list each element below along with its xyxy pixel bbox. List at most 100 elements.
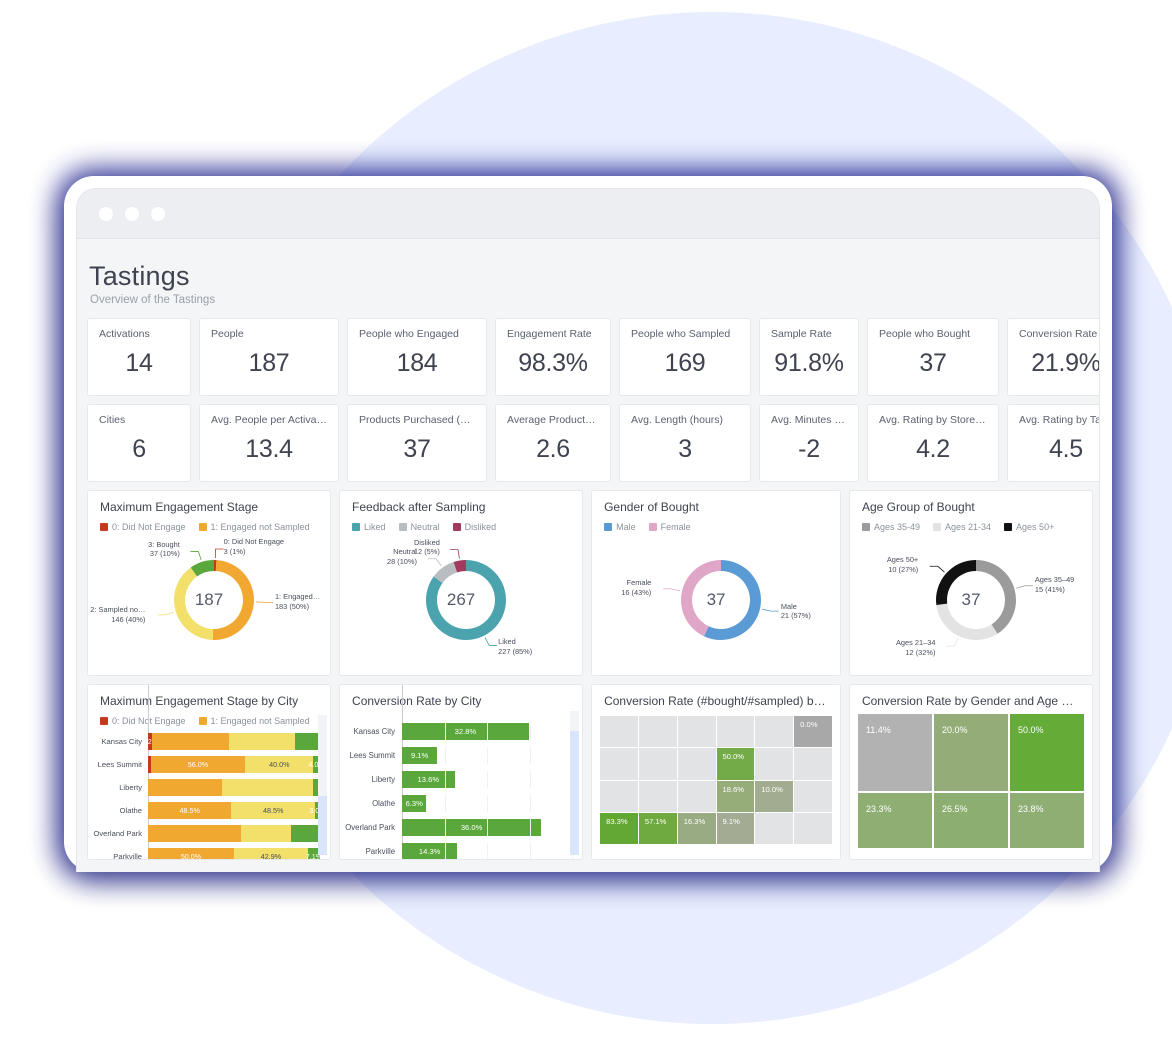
bar-segment-2-sampled-not-bought[interactable]: 48.5% (231, 801, 315, 819)
bar-segment-1-engaged-not-sampled[interactable] (151, 732, 230, 750)
treemap-tile[interactable]: 50.0% (1009, 714, 1084, 791)
kpi-card-people-who-sampled[interactable]: People who Sampled 169 (619, 318, 751, 396)
bar-row[interactable]: Kansas City 2.2% (92, 732, 321, 750)
kpi-card-sample-rate[interactable]: Sample Rate 91.8% (759, 318, 859, 396)
close-dot-icon[interactable] (99, 206, 113, 221)
donut-chart-gender-of-bought[interactable]: 37 Male 21 (57%) Female 16 (43%) (592, 532, 840, 664)
minimize-dot-icon[interactable] (125, 206, 139, 221)
bar-row[interactable]: Overland Park 36.0% (344, 818, 574, 837)
kpi-card-avg-people-per-activation[interactable]: Avg. People per Activation 13.4 (199, 404, 339, 482)
scrollbar-thumb[interactable] (570, 731, 580, 855)
kpi-card-average-products[interactable]: Average Products … 2.6 (495, 404, 611, 482)
donut-chart-maximum-engagement-stage[interactable]: 187 0: Did Not Engage 3 (1%) 1: Engaged… 183… (88, 532, 330, 664)
heatmap-cell[interactable] (600, 716, 638, 748)
kpi-card-products-purchased-re[interactable]: Products Purchased (Re… 37 (347, 404, 487, 482)
heatmap-cell[interactable]: 50.0% (716, 748, 755, 780)
bar-row[interactable]: Olathe48.5%48.5%3.0% (92, 801, 326, 819)
heatmap-cell[interactable]: 9.1% (716, 812, 755, 844)
heatmap-cell[interactable] (677, 716, 716, 748)
heatmap-cell[interactable]: 16.3% (677, 812, 716, 844)
heatmap-cell[interactable] (600, 748, 638, 780)
kpi-card-people-who-engaged[interactable]: People who Engaged 184 (347, 318, 487, 396)
heatmap-cell[interactable] (677, 780, 716, 812)
kpi-card-people[interactable]: People 187 (199, 318, 339, 396)
maximize-dot-icon[interactable] (151, 206, 165, 221)
legend-item-female[interactable]: Female (648, 522, 691, 532)
bar-segment-3-bought[interactable] (290, 824, 321, 842)
treemap-tile[interactable]: 20.0% (933, 714, 1008, 791)
heatmap-cell[interactable] (794, 780, 832, 812)
bar-segment-2-sampled-not-bought[interactable] (229, 732, 295, 750)
bar-segment-1-engaged-not-sampled[interactable]: 48.5% (148, 801, 232, 819)
bar-segment-1-engaged-not-sampled[interactable]: 50.0% (148, 847, 235, 859)
heatmap-cell[interactable]: 57.1% (638, 812, 677, 844)
donut-chart-feedback-after-sampling[interactable]: 267 Liked 227 (85%) Neutral 28 (10%) Disliked… (340, 532, 582, 664)
heatmap-cell[interactable] (794, 812, 832, 844)
legend-item-1-engaged-not-sampled[interactable]: 1: Engaged not Sampled (198, 522, 310, 532)
heatmap-cell[interactable] (677, 748, 716, 780)
kpi-card-avg-rating-by-tal[interactable]: Avg. Rating by Tal… 4.5 (1007, 404, 1099, 482)
kpi-card-avg-rating-by-store-ma[interactable]: Avg. Rating by Store Ma… 4.2 (867, 404, 999, 482)
bar-row[interactable]: Liberty 13.6% (344, 770, 574, 789)
heatmap-cell[interactable]: 83.3% (600, 812, 638, 844)
kpi-card-cities[interactable]: Cities 6 (87, 404, 191, 482)
treemap-tile[interactable]: 23.8% (1009, 792, 1084, 848)
bar-fill[interactable]: 6.3% (402, 795, 427, 812)
legend-item-0-did-not-engage[interactable]: 0: Did Not Engage (100, 522, 186, 532)
heatmap-cell[interactable] (600, 780, 638, 812)
bar-segment-2-sampled-not-bought[interactable]: 40.0% (245, 755, 314, 773)
legend-item-ages-35-49[interactable]: Ages 35-49 (861, 522, 920, 532)
kpi-card-engagement-rate[interactable]: Engagement Rate 98.3% (495, 318, 611, 396)
heatmap-cell[interactable] (755, 748, 794, 780)
kpi-card-activations[interactable]: Activations 14 (87, 318, 191, 396)
vertical-scrollbar[interactable] (318, 715, 328, 855)
heatmap-cell[interactable] (716, 716, 755, 748)
legend-item-0-did-not-engage[interactable]: 0: Did Not Engage (100, 716, 186, 726)
heatmap-cell[interactable] (755, 716, 794, 748)
legend-item-1-engaged-not-sampled[interactable]: 1: Engaged not Sampled (198, 716, 310, 726)
legend-item-ages-21-34[interactable]: Ages 21-34 (933, 522, 991, 532)
bar-row[interactable]: Parkville 50.0% 42.9% 7.1% (92, 847, 322, 859)
heatmap-cell[interactable] (638, 780, 677, 812)
legend-item-ages-50[interactable]: Ages 50+ (1004, 522, 1054, 532)
treemap-tile[interactable]: 11.4% (857, 714, 932, 791)
bar-row[interactable]: Lees Summit 56.0% 40.0% 4.0% (92, 755, 325, 773)
bar-segment-2-sampled-not-bought[interactable] (221, 778, 314, 796)
donut-chart-age-group-of-bought[interactable]: 37 Ages 35–49 15 (41%) Ages 21–34 12 (32%) Ag… (850, 532, 1092, 664)
kpi-card-avg-minutes-late[interactable]: Avg. Minutes Late -2 (759, 404, 859, 482)
legend-item-male[interactable]: Male (604, 522, 636, 532)
heatmap-cell[interactable] (638, 716, 677, 748)
treemap-grid[interactable]: 11.4% 20.0% 50.0% 23.3% 26.5% 23.8% (850, 714, 1092, 848)
bar-segment-1-engaged-not-sampled[interactable]: 56.0% (150, 755, 246, 773)
bar-row[interactable]: Parkville 14.3% (344, 842, 574, 859)
heatmap-cell[interactable] (755, 812, 794, 844)
bar-row[interactable]: Lees Summit 9.1% (344, 746, 574, 765)
legend-item-neutral[interactable]: Neutral (398, 522, 440, 532)
bar-segment-2-sampled-not-bought[interactable]: 42.9% (234, 847, 308, 859)
kpi-card-conversion-rate[interactable]: Conversion Rate 21.9% (1007, 318, 1099, 396)
heatmap-cell[interactable]: 0.0% (794, 716, 832, 748)
bar-fill[interactable]: 13.6% (402, 771, 455, 788)
legend-item-disliked[interactable]: Disliked (452, 522, 496, 532)
bar-fill[interactable]: 14.3% (402, 843, 458, 859)
bar-row[interactable]: Olathe 6.3% (344, 794, 574, 813)
bar-segment-3-bought[interactable] (294, 732, 321, 750)
bar-row[interactable]: Overland Park (92, 824, 321, 842)
treemap-tile[interactable]: 23.3% (857, 792, 932, 848)
heatmap-grid[interactable]: 0.0% 50.0% 18.6% 10.0% 83.3% 57.1% 16.3% 9.1% (592, 716, 840, 844)
vertical-scrollbar[interactable] (570, 711, 580, 855)
bar-row[interactable]: Kansas City 32.8% (344, 722, 574, 741)
heatmap-cell[interactable] (794, 748, 832, 780)
heatmap-cell[interactable]: 18.6% (716, 780, 755, 812)
legend-item-liked[interactable]: Liked (352, 522, 386, 532)
bar-segment-1-engaged-not-sampled[interactable] (148, 824, 241, 842)
bar-row[interactable]: Liberty (92, 778, 321, 796)
bar-segment-2-sampled-not-bought[interactable] (240, 824, 291, 842)
treemap-tile[interactable]: 26.5% (933, 792, 1008, 848)
bar-fill[interactable]: 32.8% (402, 723, 529, 740)
bar-fill[interactable]: 9.1% (402, 747, 438, 764)
kpi-card-avg-length-hours[interactable]: Avg. Length (hours) 3 (619, 404, 751, 482)
bar-fill[interactable]: 36.0% (402, 819, 542, 836)
bar-segment-1-engaged-not-sampled[interactable] (148, 778, 222, 796)
simple-bar-chart[interactable]: Kansas City 32.8% Lees Summit 9.1% Liberty 13… (340, 685, 582, 859)
